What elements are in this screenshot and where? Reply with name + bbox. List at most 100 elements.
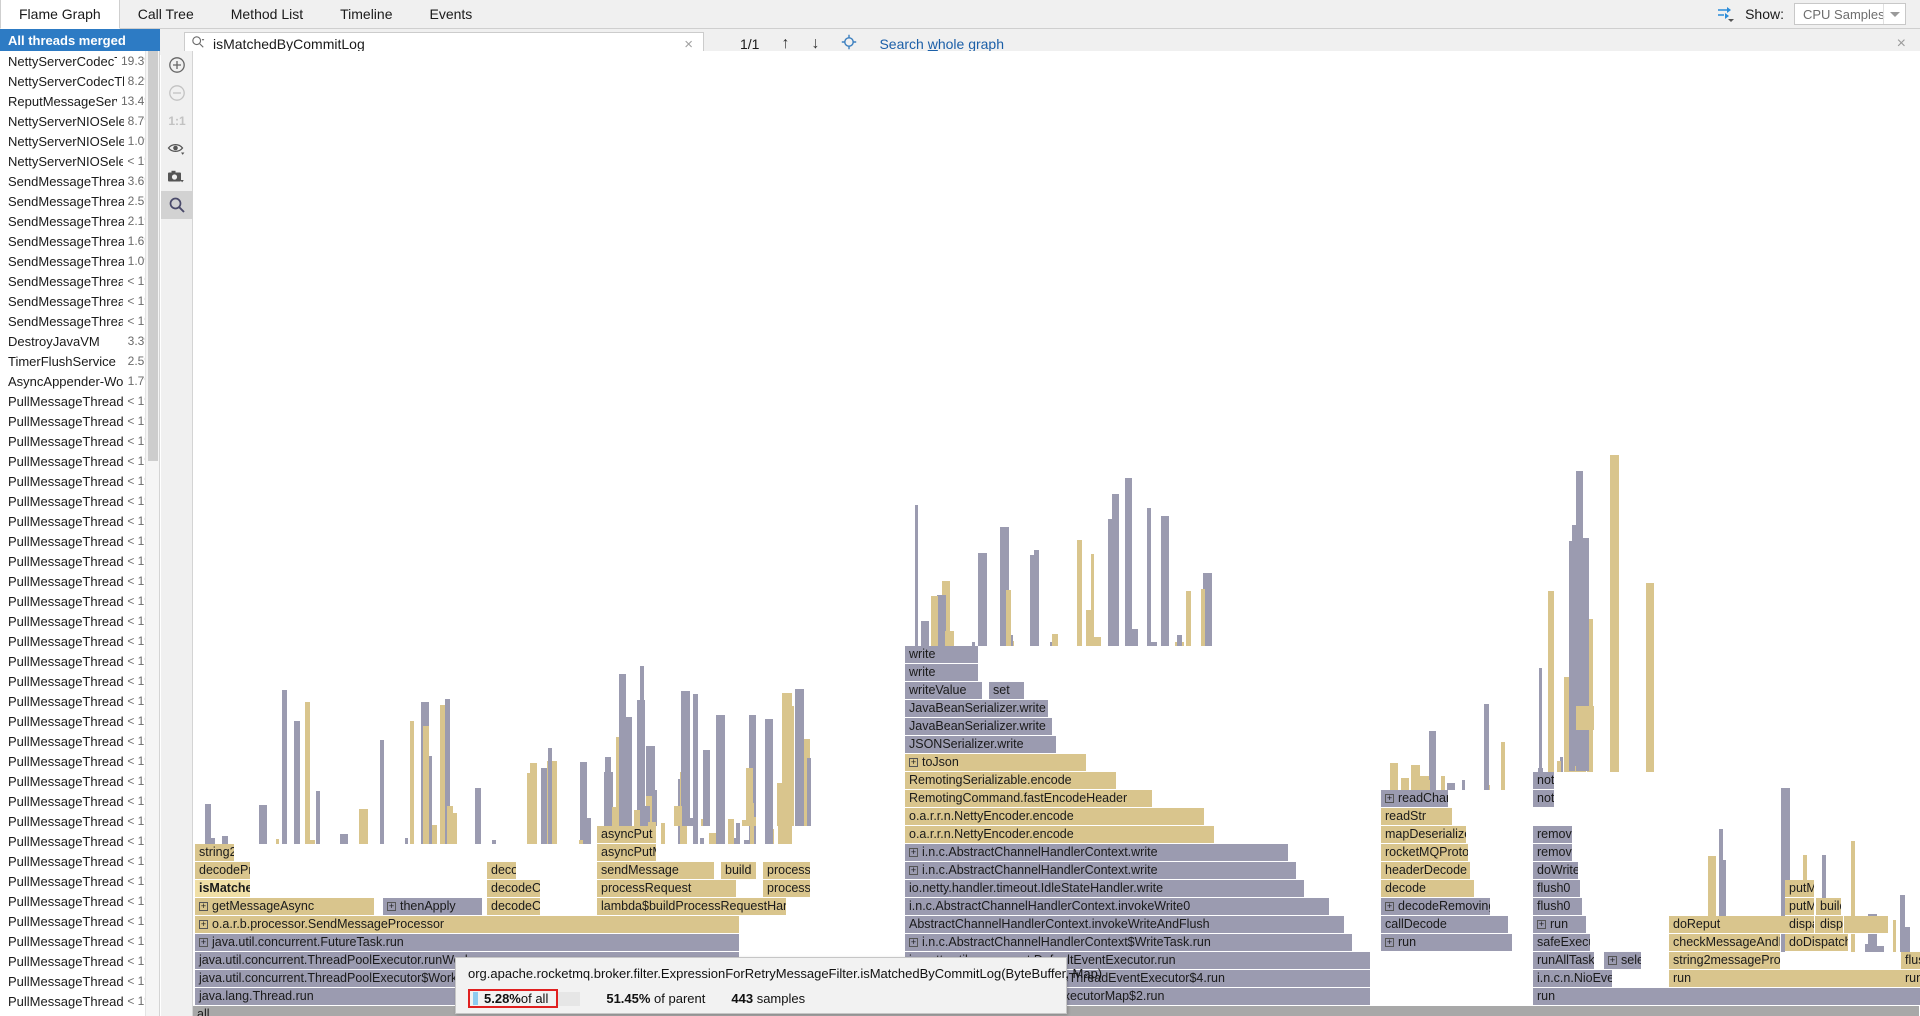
thread-list-item[interactable]: PullMessageThread_< 1% <box>0 571 159 591</box>
thread-list-item[interactable]: PullMessageThread_< 1% <box>0 751 159 771</box>
thread-list-item[interactable]: PullMessageThread_< 1% <box>0 691 159 711</box>
flame-frame[interactable]: +getMessageAsync <box>195 898 375 916</box>
flame-frame[interactable]: not <box>1533 772 1555 790</box>
flame-frame[interactable]: JSONSerializer.write <box>905 736 1057 754</box>
tab-timeline[interactable]: Timeline <box>322 0 411 28</box>
flame-frame[interactable]: RemotingSerializable.encode <box>905 772 1117 790</box>
thread-list-item[interactable]: PullMessageThread_< 1% <box>0 531 159 551</box>
show-mode-select[interactable]: CPU Samples <box>1794 3 1906 25</box>
thread-list-item[interactable]: PullMessageThread_< 1% <box>0 871 159 891</box>
flame-frame[interactable]: +select <box>1604 952 1642 970</box>
flame-frame[interactable]: RemotingCommand.fastEncodeHeader <box>905 790 1153 808</box>
flame-frame[interactable]: decodeProperties <box>195 862 251 880</box>
thread-list-item[interactable]: PullMessageThread_< 1% <box>0 431 159 451</box>
thread-list-item[interactable]: SendMessageThread1.6% <box>0 231 159 251</box>
flame-frame[interactable]: process <box>763 862 811 880</box>
thread-list-item[interactable]: PullMessageThread_< 1% <box>0 391 159 411</box>
search-graph-icon[interactable] <box>161 191 193 219</box>
expand-icon[interactable]: + <box>1537 920 1546 929</box>
flame-frame[interactable]: mapDeserialize <box>1381 826 1467 844</box>
expand-icon[interactable]: + <box>909 758 918 767</box>
flame-frame[interactable]: +java.util.concurrent.FutureTask.run <box>195 934 740 952</box>
flame-frame[interactable]: run <box>1533 988 1920 1006</box>
thread-list-item[interactable]: PullMessageThread_< 1% <box>0 811 159 831</box>
thread-list-item[interactable]: NettyServerNIOSele< 1% <box>0 151 159 171</box>
thread-list-item[interactable]: SendMessageThread1.0% <box>0 251 159 271</box>
flame-frame[interactable]: +run <box>1381 934 1513 952</box>
camera-icon[interactable] <box>161 163 193 191</box>
flame-frame[interactable]: JavaBeanSerializer.write <box>905 718 1053 736</box>
flame-frame[interactable]: doDispatch <box>1785 934 1849 952</box>
thread-list-item[interactable]: SendMessageThread3.6% <box>0 171 159 191</box>
flame-frame[interactable]: safeExecute <box>1533 934 1591 952</box>
thread-list-item[interactable]: PullMessageThread_< 1% <box>0 851 159 871</box>
flame-frame[interactable]: putMessagePosition <box>1785 898 1815 916</box>
flame-frame[interactable]: +i.n.c.AbstractChannelHandlerContext.wri… <box>905 862 1297 880</box>
expand-icon[interactable]: + <box>909 866 918 875</box>
sort-icon[interactable] <box>1715 4 1735 24</box>
flame-frame[interactable]: remove <box>1533 826 1573 844</box>
flame-frame[interactable]: o.a.r.r.n.NettyEncoder.encode <box>905 808 1205 826</box>
eye-icon[interactable] <box>161 135 193 163</box>
scrollbar-thumb[interactable] <box>148 51 158 461</box>
flame-frame[interactable]: write <box>905 646 979 664</box>
flame-frame[interactable]: readStr <box>1381 808 1453 826</box>
chevron-down-icon[interactable] <box>1883 4 1905 24</box>
thread-list-item[interactable]: PullMessageThread_< 1% <box>0 411 159 431</box>
flame-frame[interactable]: AbstractChannelHandlerContext.invokeWrit… <box>905 916 1345 934</box>
expand-icon[interactable]: + <box>1608 956 1617 965</box>
tab-events[interactable]: Events <box>412 0 492 28</box>
flame-frame[interactable]: writeValue <box>905 682 983 700</box>
thread-list-item[interactable]: PullMessageThread_< 1% <box>0 931 159 951</box>
thread-list-item[interactable]: PullMessageThread_< 1% <box>0 611 159 631</box>
flame-frame[interactable]: asyncPutMessage <box>597 844 657 862</box>
flame-frame[interactable]: lambda$buildProcessRequestHandler <box>597 898 787 916</box>
zoom-in-icon[interactable] <box>161 51 193 79</box>
expand-icon[interactable]: + <box>1385 902 1394 911</box>
flame-frame[interactable]: +run <box>1533 916 1587 934</box>
flame-frame[interactable]: +readChar <box>1381 790 1449 808</box>
expand-icon[interactable]: + <box>199 902 208 911</box>
flame-frame[interactable]: +toJson <box>905 754 1087 772</box>
thread-list-item[interactable]: SendMessageThread< 1% <box>0 291 159 311</box>
thread-list-item[interactable]: PullMessageThread_< 1% <box>0 971 159 991</box>
flame-frame[interactable]: +i.n.c.AbstractChannelHandlerContext.wri… <box>905 844 1289 862</box>
flame-frame[interactable]: string2messageProperties <box>1669 952 1781 970</box>
thread-list-item[interactable]: PullMessageThread_< 1% <box>0 511 159 531</box>
flame-frame[interactable]: i.n.c.n.NioEventLoop.run <box>1533 970 1613 988</box>
flame-frame[interactable]: callDecode <box>1381 916 1509 934</box>
flame-frame[interactable]: +o.a.r.b.processor.SendMessageProcessor <box>195 916 740 934</box>
flame-frame[interactable]: putMessage <box>1785 880 1815 898</box>
flame-frame[interactable]: decode <box>1381 880 1475 898</box>
expand-icon[interactable]: + <box>1385 794 1394 803</box>
flame-frame[interactable]: io.netty.handler.timeout.IdleStateHandle… <box>905 880 1305 898</box>
tab-method-list[interactable]: Method List <box>213 0 322 28</box>
thread-list-item[interactable]: PullMessageThread_< 1% <box>0 711 159 731</box>
flame-frame[interactable]: rocketMQProtocolDecode <box>1381 844 1469 862</box>
thread-list-item[interactable]: NettyServerCodecTh8.2% <box>0 71 159 91</box>
flame-frame[interactable]: string2messageProperties <box>195 844 235 862</box>
thread-list-item[interactable]: SendMessageThread< 1% <box>0 311 159 331</box>
flame-frame[interactable]: flush0 <box>1533 898 1583 916</box>
thread-list-item[interactable]: PullMessageThread_< 1% <box>0 471 159 491</box>
thread-list-item[interactable]: PullMessageThread_< 1% <box>0 951 159 971</box>
thread-list-item[interactable]: NettyServerCodecTh19.3% <box>0 51 159 71</box>
expand-icon[interactable]: + <box>199 938 208 947</box>
thread-list-item[interactable]: PullMessageThread_< 1% <box>0 551 159 571</box>
thread-list-item[interactable]: SendMessageThread2.5% <box>0 191 159 211</box>
thread-list-item[interactable]: NettyServerNIOSele1.0% <box>0 131 159 151</box>
flame-graph-canvas[interactable]: alljava.lang.Thread.runjava.util.concurr… <box>193 51 1920 1016</box>
thread-list-scrollbar[interactable] <box>145 51 159 1016</box>
flame-frame[interactable]: disp <box>1816 916 1844 934</box>
thread-list-item[interactable]: PullMessageThread_< 1% <box>0 631 159 651</box>
thread-list-item[interactable]: PullMessageThread_< 1% <box>0 831 159 851</box>
flame-frame[interactable]: processRequest <box>597 880 737 898</box>
flame-frame[interactable]: flush0 <box>1533 880 1581 898</box>
flame-frame[interactable]: i.n.c.AbstractChannelHandlerContext.invo… <box>905 898 1330 916</box>
thread-list-item[interactable]: PullMessageThread_< 1% <box>0 451 159 471</box>
flame-frame[interactable]: run <box>1901 970 1920 988</box>
flame-frame[interactable]: o.a.r.r.n.NettyEncoder.encode <box>905 826 1215 844</box>
thread-list-item[interactable]: DestroyJavaVM3.3% <box>0 331 159 351</box>
tab-call-tree[interactable]: Call Tree <box>120 0 213 28</box>
flame-frame[interactable]: sendMessage <box>597 862 715 880</box>
